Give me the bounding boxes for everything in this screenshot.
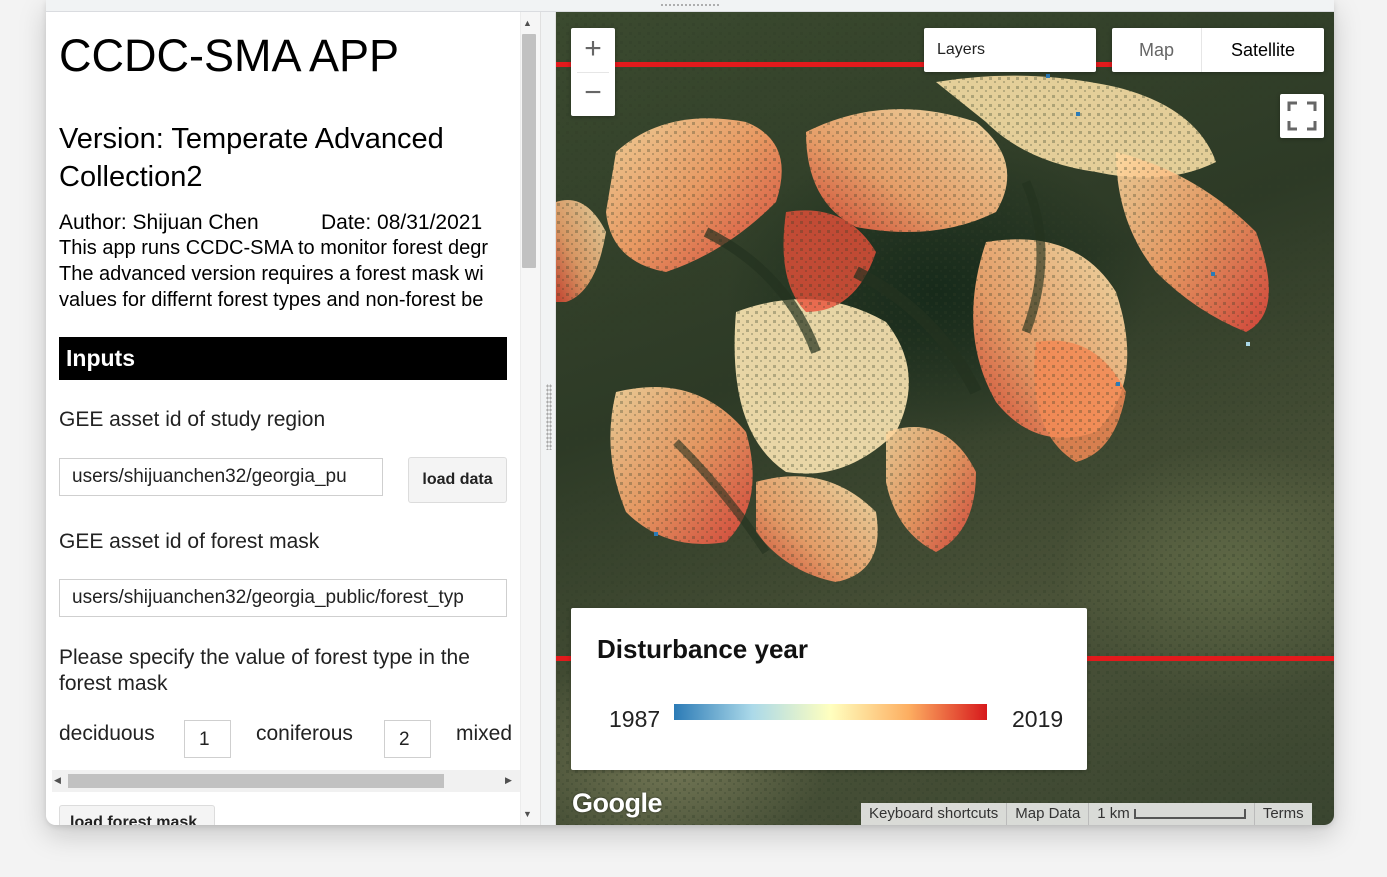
scroll-left-arrow-icon[interactable]: ◀ bbox=[54, 775, 61, 786]
map-type-map-button[interactable]: Map bbox=[1112, 28, 1202, 72]
map-view[interactable]: + − Layers Map Satellite Disturbance yea… bbox=[556, 12, 1334, 825]
scale-indicator[interactable]: 1 km bbox=[1089, 803, 1255, 825]
scroll-right-arrow-icon[interactable]: ▶ bbox=[505, 775, 512, 786]
map-type-satellite-button[interactable]: Satellite bbox=[1202, 28, 1324, 72]
author-text: Author: Shijuan Chen bbox=[59, 211, 259, 234]
google-logo: Google bbox=[572, 788, 663, 818]
legend-title: Disturbance year bbox=[597, 634, 808, 664]
load-forest-mask-button[interactable]: load forest mask bbox=[59, 805, 215, 825]
deciduous-label: deciduous bbox=[59, 722, 155, 745]
scale-bar bbox=[1133, 809, 1246, 819]
legend-min-year: 1987 bbox=[609, 706, 661, 732]
panel-splitter[interactable] bbox=[540, 12, 556, 825]
vertical-scroll-thumb[interactable] bbox=[522, 34, 536, 268]
mixed-label: mixed bbox=[456, 722, 513, 745]
description-line: This app runs CCDC-SMA to monitor forest… bbox=[59, 237, 489, 259]
app-title: CCDC-SMA APP bbox=[59, 30, 400, 81]
keyboard-shortcuts-link[interactable]: Keyboard shortcuts bbox=[861, 803, 1008, 825]
forest-type-prompt: Please specify the value of forest type … bbox=[59, 646, 470, 695]
coniferous-input[interactable]: 2 bbox=[384, 720, 431, 758]
splitter-grip-handle[interactable] bbox=[546, 384, 552, 450]
disturbance-legend: Disturbance year 1987 2019 bbox=[571, 608, 1087, 770]
zoom-out-button[interactable]: − bbox=[571, 72, 615, 116]
study-region-input[interactable]: users/shijuanchen32/georgia_pu bbox=[59, 458, 383, 496]
description-line: The advanced version requires a forest m… bbox=[59, 263, 484, 285]
forest-mask-input[interactable]: users/shijuanchen32/georgia_public/fores… bbox=[59, 579, 507, 617]
zoom-control: + − bbox=[571, 28, 615, 116]
version-text: Version: Temperate Advanced Collection2 bbox=[59, 123, 444, 193]
terms-link[interactable]: Terms bbox=[1255, 803, 1312, 825]
inputs-section-header: Inputs bbox=[59, 337, 507, 380]
zoom-in-button[interactable]: + bbox=[571, 28, 615, 72]
scroll-up-arrow-icon[interactable]: ▲ bbox=[523, 18, 532, 28]
map-type-control: Map Satellite bbox=[1112, 28, 1324, 72]
horizontal-scroll-thumb[interactable] bbox=[68, 774, 444, 788]
load-data-button[interactable]: load data bbox=[408, 457, 507, 503]
study-region-label: GEE asset id of study region bbox=[59, 408, 326, 431]
legend-max-year: 2019 bbox=[1012, 706, 1064, 732]
region-boundary-line bbox=[1087, 656, 1334, 661]
top-resize-bar[interactable] bbox=[46, 0, 1334, 12]
map-attribution-bar: Keyboard shortcuts Map Data 1 km Terms bbox=[861, 803, 1312, 825]
scroll-down-arrow-icon[interactable]: ▼ bbox=[523, 809, 532, 819]
layers-button[interactable]: Layers bbox=[924, 28, 1096, 72]
control-panel: CCDC-SMA APP Version: Temperate Advanced… bbox=[46, 12, 540, 825]
scale-label: 1 km bbox=[1097, 805, 1130, 822]
date-text: Date: 08/31/2021 bbox=[321, 211, 483, 234]
deciduous-input[interactable]: 1 bbox=[184, 720, 231, 758]
top-grip-handle[interactable] bbox=[660, 3, 720, 8]
region-boundary-line bbox=[556, 656, 571, 661]
coniferous-label: coniferous bbox=[256, 722, 353, 745]
forest-mask-label: GEE asset id of forest mask bbox=[59, 530, 320, 553]
map-data-link[interactable]: Map Data bbox=[1007, 803, 1090, 825]
description-line: values for differnt forest types and non… bbox=[59, 289, 484, 311]
legend-color-ramp bbox=[674, 704, 987, 720]
fullscreen-icon bbox=[1287, 101, 1317, 131]
app-window: CCDC-SMA APP Version: Temperate Advanced… bbox=[46, 0, 1334, 825]
region-boundary-line bbox=[1096, 62, 1112, 67]
fullscreen-button[interactable] bbox=[1280, 94, 1324, 138]
